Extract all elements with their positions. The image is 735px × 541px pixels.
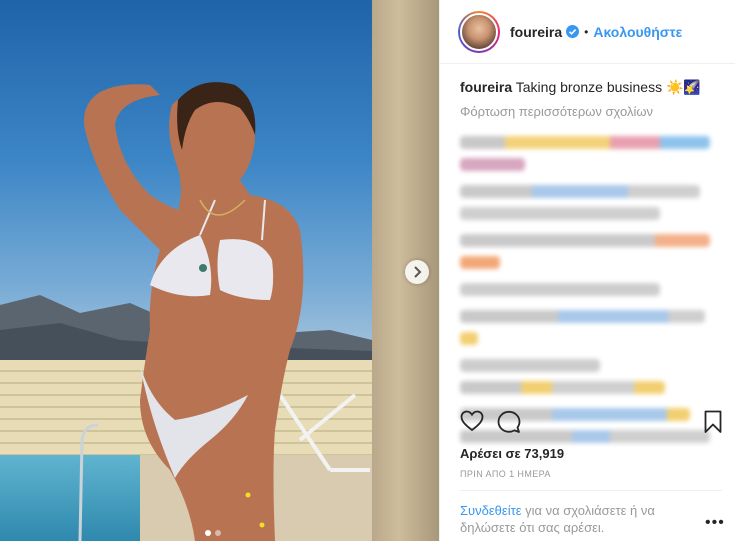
load-more-comments-link[interactable]: Φόρτωση περισσότερων σχολίων — [440, 96, 735, 119]
comment-row — [460, 185, 700, 198]
comment-row — [460, 207, 660, 220]
more-options-button[interactable]: ••• — [705, 514, 725, 532]
blurred-comments — [440, 119, 735, 443]
comment-row — [460, 359, 600, 372]
carousel-dot — [215, 530, 221, 536]
header-username[interactable]: foureira — [510, 24, 562, 40]
comment-row — [460, 283, 660, 296]
post-side-panel: foureira • Ακολουθήστε foureira Taking b… — [439, 0, 735, 541]
comment-row — [460, 234, 710, 247]
caption-username[interactable]: foureira — [460, 79, 512, 95]
post-actions — [460, 410, 722, 438]
next-photo-button[interactable] — [405, 260, 429, 284]
post-header: foureira • Ακολουθήστε — [440, 0, 735, 64]
divider — [460, 490, 722, 491]
comment-bubble-icon[interactable] — [497, 410, 521, 434]
follow-button[interactable]: Ακολουθήστε — [593, 24, 682, 40]
likes-count[interactable]: Αρέσει σε 73,919 — [460, 446, 564, 461]
comment-row — [460, 158, 525, 171]
photo-figure — [78, 82, 370, 541]
instagram-post: foureira • Ακολουθήστε foureira Taking b… — [0, 0, 735, 541]
header-bullet: • — [584, 24, 589, 39]
comment-row — [460, 381, 665, 394]
likes-label: Αρέσει σε — [460, 446, 521, 461]
comment-row — [460, 310, 705, 323]
bookmark-icon[interactable] — [704, 410, 722, 434]
carousel-dot-active — [205, 530, 211, 536]
comment-row — [460, 256, 500, 269]
post-caption: foureira Taking bronze business ☀️🌠 — [440, 64, 735, 96]
comment-row — [460, 136, 710, 149]
avatar[interactable] — [458, 10, 500, 53]
login-prompt: Συνδεθείτε για να σχολιάσετε ή να δηλώσε… — [460, 502, 675, 536]
post-photo[interactable] — [0, 0, 439, 541]
verified-badge-icon — [566, 25, 580, 38]
chevron-right-icon — [414, 266, 422, 278]
login-link[interactable]: Συνδεθείτε — [460, 503, 522, 518]
caption-text: Taking bronze business — [515, 79, 663, 95]
likes-number: 73,919 — [524, 446, 565, 461]
comment-row — [460, 332, 478, 345]
carousel-indicator — [205, 530, 221, 536]
heart-icon[interactable] — [460, 410, 484, 432]
caption-emoji: ☀️🌠 — [665, 79, 701, 95]
post-timestamp[interactable]: ΠΡΙΝ ΑΠΟ 1 ΗΜΕΡΑ — [460, 469, 551, 479]
